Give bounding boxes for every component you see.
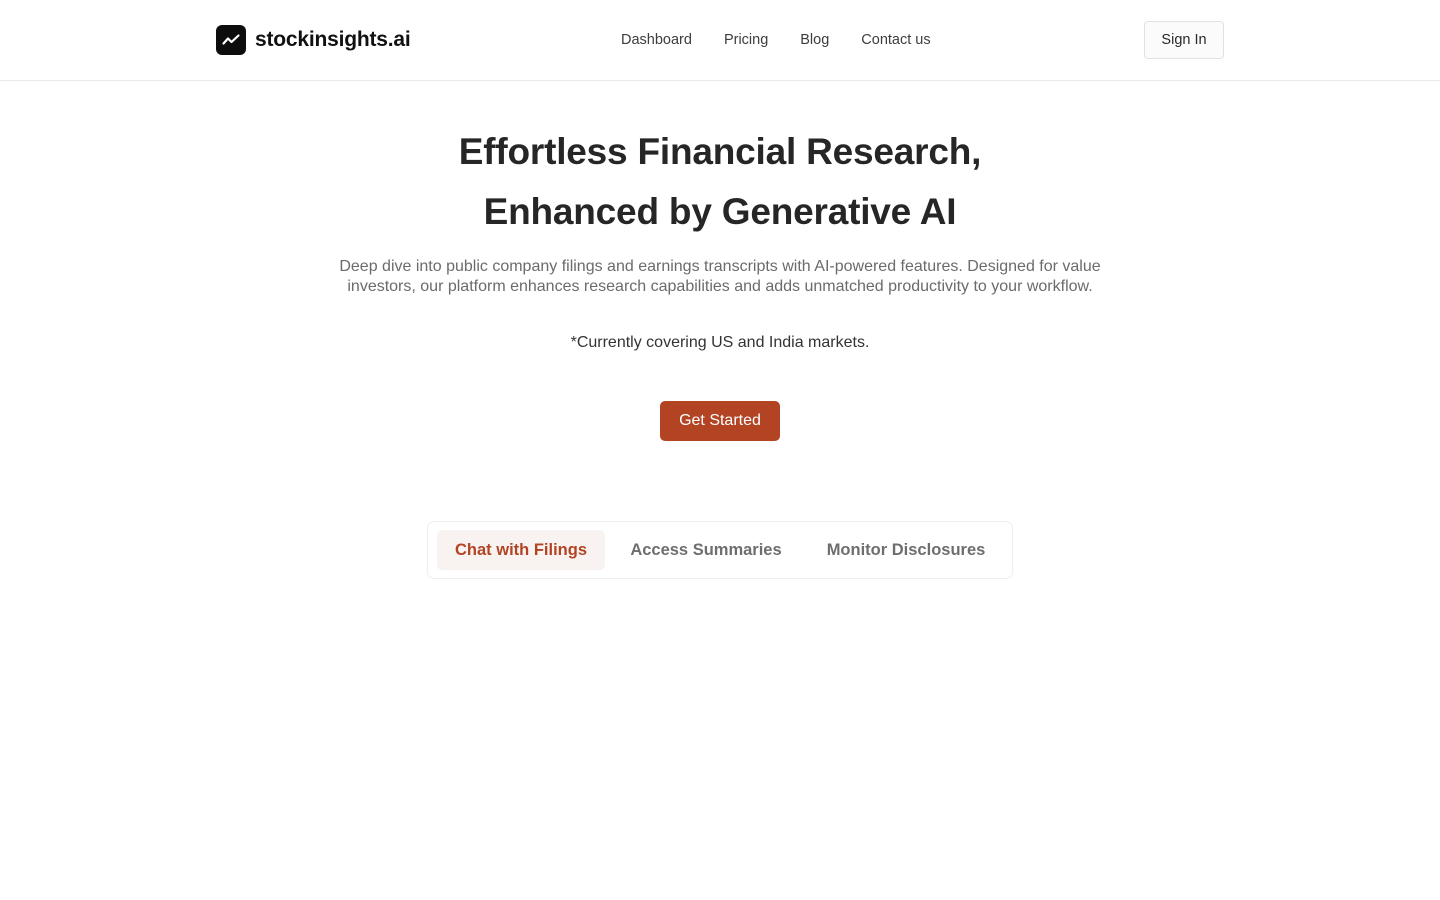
- site-header: stockinsights.ai Dashboard Pricing Blog …: [0, 0, 1440, 81]
- sign-in-button[interactable]: Sign In: [1144, 21, 1224, 59]
- logo-text: stockinsights.ai: [255, 28, 411, 51]
- market-coverage-note: *Currently covering US and India markets…: [570, 334, 870, 351]
- logo-link[interactable]: stockinsights.ai: [216, 25, 411, 55]
- nav-link-pricing[interactable]: Pricing: [724, 32, 768, 48]
- hero-description: Deep dive into public company filings an…: [339, 258, 1101, 295]
- nav-link-dashboard[interactable]: Dashboard: [621, 32, 692, 48]
- tab-monitor-disclosures[interactable]: Monitor Disclosures: [814, 530, 998, 570]
- hero-title-line-2: Enhanced by Generative AI: [483, 191, 957, 232]
- hero-title-line-1: Effortless Financial Research,: [458, 131, 982, 172]
- feature-tabs: Chat with Filings Access Summaries Monit…: [427, 521, 1013, 579]
- tab-access-summaries[interactable]: Access Summaries: [618, 530, 794, 570]
- trending-up-icon: [216, 25, 246, 55]
- hero-title: Effortless Financial Research, Enhanced …: [0, 122, 1440, 242]
- tab-chat-with-filings[interactable]: Chat with Filings: [437, 530, 605, 570]
- main-nav: Dashboard Pricing Blog Contact us: [621, 30, 931, 50]
- nav-link-blog[interactable]: Blog: [800, 32, 829, 48]
- nav-link-contact[interactable]: Contact us: [861, 32, 930, 48]
- get-started-button[interactable]: Get Started: [660, 401, 780, 441]
